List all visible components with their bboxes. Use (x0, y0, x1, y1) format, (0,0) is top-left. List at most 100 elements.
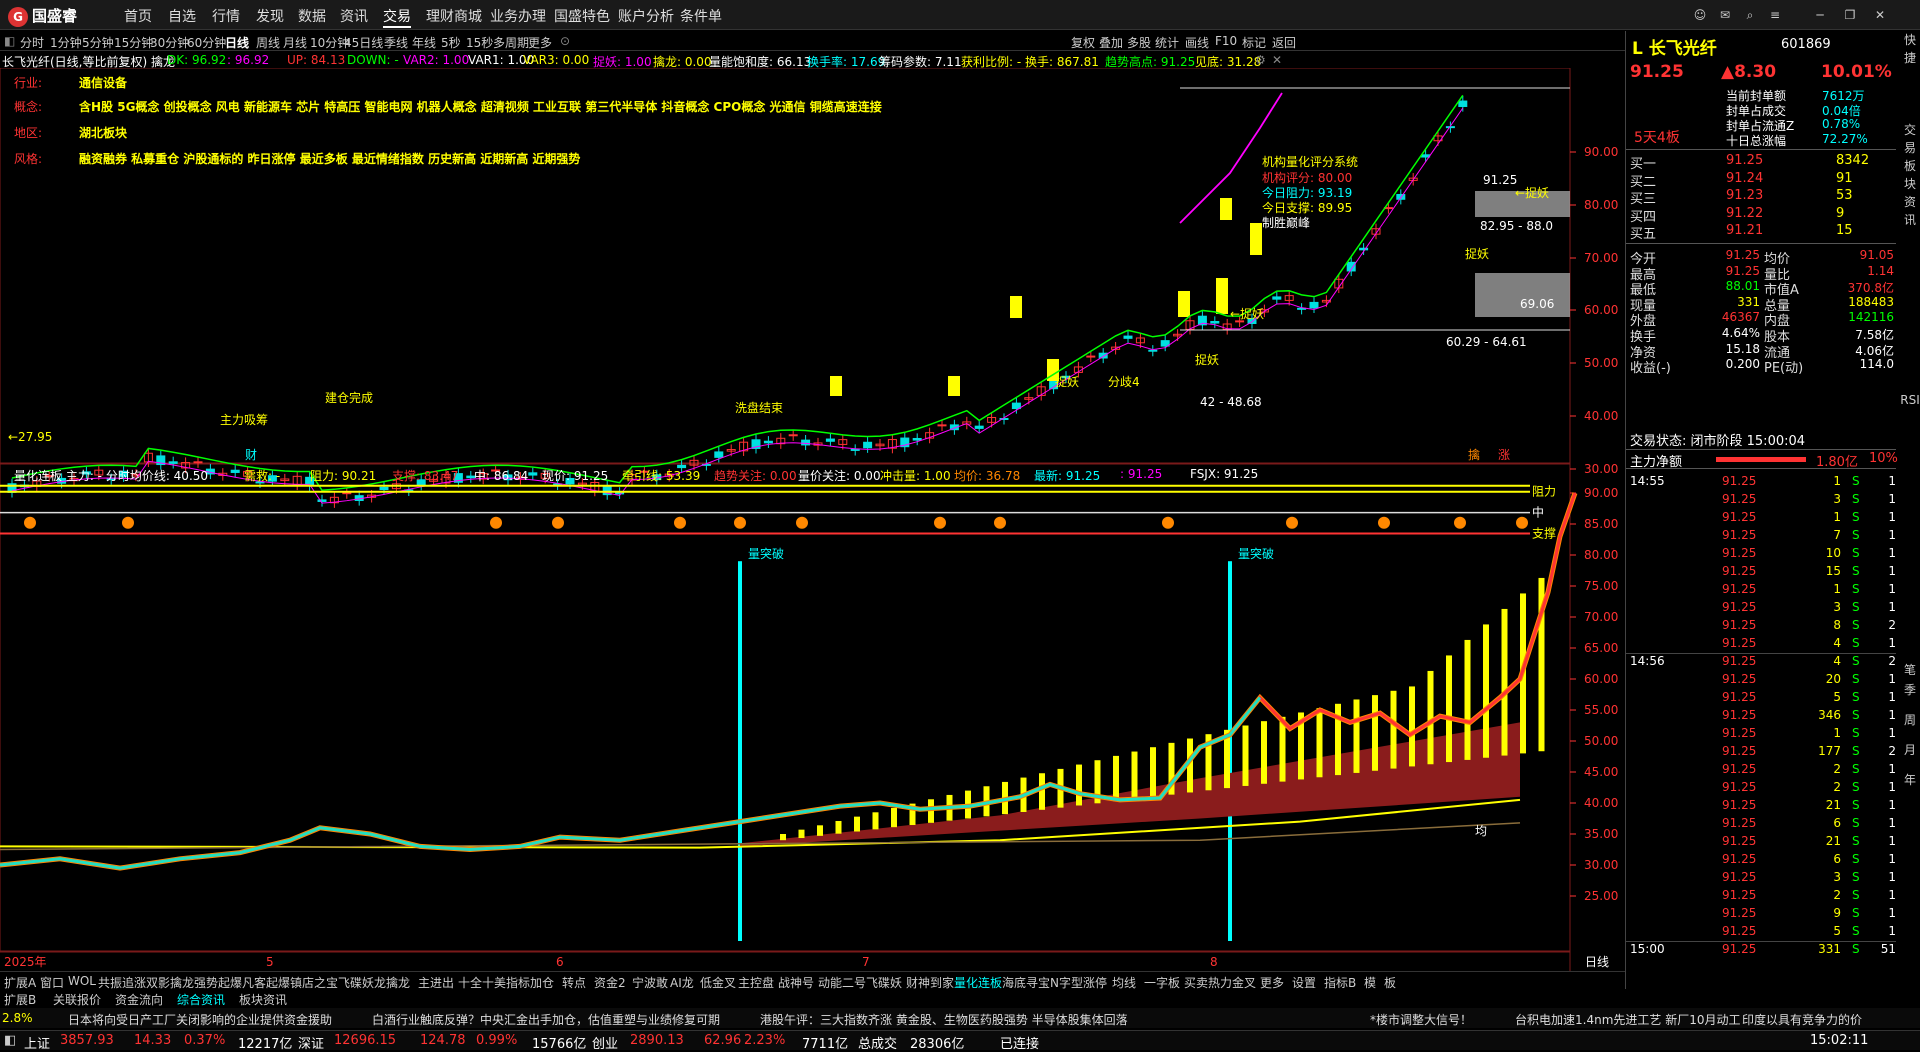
side-tab[interactable]: 年 (1900, 771, 1920, 789)
settings-icon[interactable]: ⚙ (1255, 53, 1266, 67)
tick-count: 1 (1888, 834, 1896, 848)
period-tab[interactable]: 15分钟 (114, 34, 153, 51)
period-tab[interactable]: 月线 (283, 34, 307, 51)
maximize-icon[interactable]: ❐ (1840, 5, 1860, 25)
signal-icon (24, 516, 36, 529)
period-tab[interactable]: 45日线 (344, 34, 383, 51)
candle-body (379, 486, 389, 491)
extension-tab[interactable]: 资金流向 (115, 991, 163, 1008)
menu-item[interactable]: 行情 (212, 6, 240, 26)
toolbar-button[interactable]: F10 (1215, 34, 1237, 48)
toolbar-button[interactable]: 标记 (1242, 34, 1266, 51)
menu-item[interactable]: 理财商城 (426, 6, 482, 26)
lower-frame (0, 463, 1571, 952)
minimize-icon[interactable]: ─ (1810, 5, 1830, 25)
menu-item[interactable]: 自选 (168, 6, 196, 26)
close-icon[interactable]: ✕ (1272, 53, 1282, 67)
toolbar-button[interactable]: 叠加 (1099, 34, 1123, 51)
lower-indicator-value: 阻力: 90.21 (310, 469, 377, 483)
index-change: 14.33 (134, 1033, 172, 1048)
period-tab[interactable]: 年线 (412, 34, 436, 51)
toolbar-button[interactable]: 统计 (1155, 34, 1179, 51)
side-tab[interactable]: 周 (1900, 711, 1920, 729)
period-tab[interactable]: 5分钟 (82, 34, 114, 51)
period-tab[interactable]: 更多 (528, 34, 552, 51)
lower-indicator-value: 冲击量: 1.00 (880, 469, 951, 483)
side-tab[interactable]: 板 (1900, 157, 1920, 175)
tick-volume: 5 (1833, 690, 1841, 704)
side-tab[interactable]: 快 (1900, 31, 1920, 49)
candle-body (1086, 355, 1096, 358)
kline-indicator-value: VAR3: 0.00 (523, 53, 590, 67)
search-icon[interactable]: ⌕ (1740, 5, 1760, 25)
side-tab[interactable]: 笔 (1900, 661, 1920, 679)
side-tab[interactable]: 资 (1900, 193, 1920, 211)
menu-item[interactable]: 业务办理 (490, 6, 546, 26)
menu-item[interactable]: 条件单 (680, 6, 722, 26)
menu-item[interactable]: 交易 (383, 6, 411, 28)
side-tab[interactable]: 交 (1900, 121, 1920, 139)
toolbar-button[interactable]: 复权 (1071, 34, 1095, 51)
tick-side: S (1852, 474, 1860, 488)
side-tab[interactable]: 易 (1900, 139, 1920, 157)
collapse-icon[interactable]: ◧ (4, 34, 15, 48)
toolbar-button[interactable]: 多股 (1127, 34, 1151, 51)
side-tab[interactable]: RSI (1900, 391, 1920, 409)
news-item[interactable]: 台积电加速1.4nm先进工艺 新厂10月动工 (1515, 1011, 1740, 1028)
news-item[interactable]: *楼市调整大信号！ (1370, 1011, 1472, 1028)
extension-tab[interactable]: 关联报价 (53, 991, 101, 1008)
menu-item[interactable]: 发现 (256, 6, 284, 26)
period-bar: ◧ 分时 1分钟 5分钟 15分钟 30分钟 60分钟 日线 周线 月线 10分钟 45日线 季线 年线 5… (0, 31, 1625, 51)
menu-item[interactable]: 账户分析 (618, 6, 674, 26)
period-tab[interactable]: 多周期 (493, 34, 529, 51)
news-item[interactable]: 日本将向受日产工厂关闭影响的企业提供资金援助 (68, 1011, 332, 1028)
extension-tab[interactable]: 综合资讯 (177, 991, 225, 1008)
menu-item[interactable]: 首页 (124, 6, 152, 26)
period-tab[interactable]: 日线 (225, 34, 249, 51)
period-tab[interactable]: 15秒 (466, 34, 493, 51)
news-item[interactable]: 白酒行业触底反弹？中央汇金出手加仓，估值重塑与业绩修复可期 (372, 1011, 720, 1028)
period-tab[interactable]: 分时 (20, 34, 44, 51)
menu-item[interactable]: 国盛特色 (554, 6, 610, 26)
menu-item[interactable]: 资讯 (340, 6, 368, 26)
chat-icon[interactable]: ☺ (1690, 5, 1710, 25)
news-item[interactable]: 印度以具有竞争力的价 (1742, 1011, 1862, 1028)
extension-tab[interactable]: 扩展B (4, 991, 36, 1008)
toolbar-button[interactable]: 画线 (1185, 34, 1209, 51)
indicator-tab[interactable]: WOL (68, 974, 96, 988)
tick-count: 1 (1888, 474, 1896, 488)
news-item[interactable]: 港股午评：三大指数齐涨 黄金股、生物医药股强势 半导体股集体回落 (760, 1011, 1128, 1028)
side-tab[interactable]: 捷 (1900, 49, 1920, 67)
resistance-label: 阻力 (1532, 485, 1556, 499)
period-tab[interactable]: 周线 (256, 34, 280, 51)
toolbar-button[interactable]: 返回 (1272, 34, 1296, 51)
tick-price: 91.25 (1722, 942, 1757, 956)
extension-tab[interactable]: 板块资讯 (239, 991, 287, 1008)
menu-icon[interactable]: ≡ (1765, 5, 1785, 25)
candle-body (974, 425, 984, 429)
tick-count: 1 (1888, 492, 1896, 506)
close-icon[interactable]: ✕ (1870, 5, 1890, 25)
tick-count: 1 (1888, 798, 1896, 812)
highlight-candle (1178, 291, 1190, 317)
lower-indicator-value: 需救: - (244, 469, 281, 483)
x-axis-period: 日线 (1585, 955, 1609, 969)
tick-count: 1 (1888, 582, 1896, 596)
kline-chart-area[interactable]: 90.00 80.00 70.00 60.00 50.00 40.00 30.00 90.00… (0, 68, 1625, 971)
side-tab[interactable]: 块 (1900, 175, 1920, 193)
period-tab[interactable]: 季线 (384, 34, 408, 51)
menu-item[interactable]: 数据 (298, 6, 326, 26)
period-tab[interactable]: 30分钟 (150, 34, 189, 51)
stat-value: 1.14 (1867, 263, 1894, 278)
index-amount: 12217亿 (238, 1037, 293, 1052)
period-tab[interactable]: 60分钟 (187, 34, 226, 51)
message-icon[interactable]: ✉ (1715, 5, 1735, 25)
side-tab[interactable]: 月 (1900, 741, 1920, 759)
volume-bar (854, 816, 860, 832)
side-tab[interactable]: 季 (1900, 681, 1920, 699)
period-tab[interactable]: 1分钟 (50, 34, 82, 51)
index-amount: 7711亿 (802, 1037, 849, 1052)
dropdown-icon[interactable]: ⊙ (560, 34, 570, 48)
side-tab[interactable]: 讯 (1900, 211, 1920, 229)
period-tab[interactable]: 5秒 (441, 34, 461, 51)
